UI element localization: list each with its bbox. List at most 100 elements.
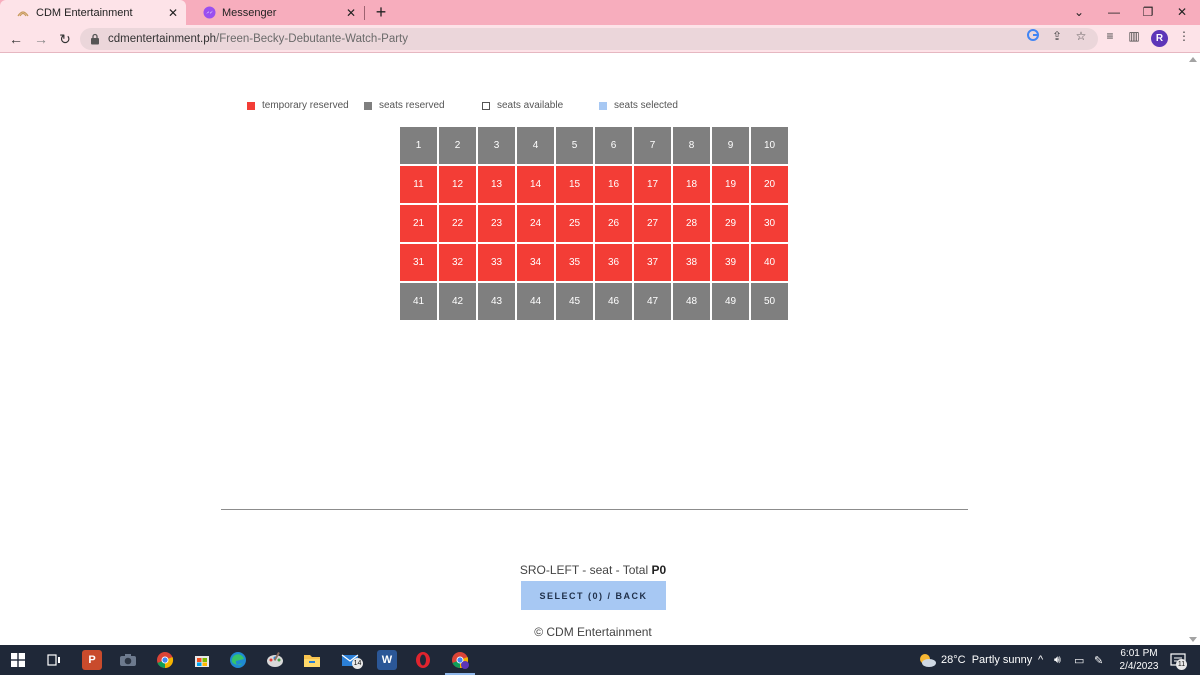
weather-partly-sunny-icon[interactable]: [917, 650, 937, 670]
seat-36[interactable]: 36: [595, 244, 632, 281]
seat-48[interactable]: 48: [673, 283, 710, 320]
seat-16[interactable]: 16: [595, 166, 632, 203]
seat-18[interactable]: 18: [673, 166, 710, 203]
file-explorer-icon[interactable]: [302, 650, 322, 670]
seat-32[interactable]: 32: [439, 244, 476, 281]
seat-34[interactable]: 34: [517, 244, 554, 281]
seat-11[interactable]: 11: [400, 166, 437, 203]
word-icon[interactable]: W: [377, 650, 397, 670]
seat-21[interactable]: 21: [400, 205, 437, 242]
seat-46[interactable]: 46: [595, 283, 632, 320]
seat-42[interactable]: 42: [439, 283, 476, 320]
seat-19[interactable]: 19: [712, 166, 749, 203]
seat-13[interactable]: 13: [478, 166, 515, 203]
seat-28[interactable]: 28: [673, 205, 710, 242]
seat-40[interactable]: 40: [751, 244, 788, 281]
tab-search-chevron-icon[interactable]: ⌄: [1071, 4, 1087, 20]
store-icon[interactable]: [192, 650, 212, 670]
google-lens-icon[interactable]: [1026, 29, 1040, 43]
seat-15[interactable]: 15: [556, 166, 593, 203]
system-clock[interactable]: 6:01 PM 2/4/2023: [1114, 647, 1164, 673]
chrome-profile-icon[interactable]: [450, 650, 470, 670]
seat-29[interactable]: 29: [712, 205, 749, 242]
task-view-icon[interactable]: [44, 650, 64, 670]
seat-1[interactable]: 1: [400, 127, 437, 164]
profile-avatar[interactable]: R: [1151, 30, 1168, 47]
start-icon[interactable]: [8, 650, 28, 670]
close-window-icon[interactable]: ✕: [1174, 4, 1190, 20]
paint-icon[interactable]: [265, 650, 285, 670]
close-tab-icon[interactable]: ✕: [344, 6, 358, 20]
seat-17[interactable]: 17: [634, 166, 671, 203]
browser-toolbar: ← → ↻ cdmentertainment.ph/Freen-Becky-De…: [0, 25, 1200, 53]
bookmark-star-icon[interactable]: ☆: [1074, 29, 1088, 43]
tab-cdm-entertainment[interactable]: CDM Entertainment ✕: [0, 0, 186, 25]
seat-26[interactable]: 26: [595, 205, 632, 242]
reload-icon[interactable]: ↻: [57, 31, 73, 47]
seat-44[interactable]: 44: [517, 283, 554, 320]
seat-6[interactable]: 6: [595, 127, 632, 164]
seat-10[interactable]: 10: [751, 127, 788, 164]
seat-38[interactable]: 38: [673, 244, 710, 281]
tab-messenger[interactable]: Messenger ✕: [186, 0, 364, 25]
volume-icon[interactable]: 🔊︎: [1054, 645, 1061, 675]
seat-30[interactable]: 30: [751, 205, 788, 242]
seat-12[interactable]: 12: [439, 166, 476, 203]
notification-badge: 11: [1176, 659, 1187, 670]
restore-icon[interactable]: ❐: [1140, 4, 1156, 20]
weather-widget[interactable]: 28°C Partly sunny: [941, 645, 1032, 675]
new-tab-icon[interactable]: +: [373, 3, 389, 21]
close-tab-icon[interactable]: ✕: [166, 6, 180, 20]
seat-22[interactable]: 22: [439, 205, 476, 242]
seat-43[interactable]: 43: [478, 283, 515, 320]
legend-label: temporary reserved: [262, 100, 349, 111]
url-path: /Freen-Becky-Debutante-Watch-Party: [216, 33, 408, 45]
seat-37[interactable]: 37: [634, 244, 671, 281]
seat-8[interactable]: 8: [673, 127, 710, 164]
side-panel-icon[interactable]: ▥: [1127, 29, 1141, 43]
messenger-favicon-icon: [202, 6, 216, 20]
battery-icon[interactable]: ▭: [1074, 645, 1084, 675]
seat-20[interactable]: 20: [751, 166, 788, 203]
reading-list-icon[interactable]: ≡: [1103, 29, 1117, 43]
seat-50[interactable]: 50: [751, 283, 788, 320]
pen-icon[interactable]: ✎: [1094, 645, 1103, 675]
back-arrow-icon[interactable]: ←: [8, 31, 24, 47]
seat-25[interactable]: 25: [556, 205, 593, 242]
seat-35[interactable]: 35: [556, 244, 593, 281]
camera-icon[interactable]: [118, 650, 138, 670]
share-icon[interactable]: ⇪: [1050, 29, 1064, 43]
seat-23[interactable]: 23: [478, 205, 515, 242]
seat-5[interactable]: 5: [556, 127, 593, 164]
seat-31[interactable]: 31: [400, 244, 437, 281]
seat-2[interactable]: 2: [439, 127, 476, 164]
chrome-icon[interactable]: [155, 650, 175, 670]
legend-seats-reserved: seats reserved: [364, 100, 445, 111]
seat-45[interactable]: 45: [556, 283, 593, 320]
show-hidden-icons-chevron-icon[interactable]: ^: [1038, 645, 1043, 675]
seat-49[interactable]: 49: [712, 283, 749, 320]
seat-4[interactable]: 4: [517, 127, 554, 164]
powerpoint-icon[interactable]: P: [82, 650, 102, 670]
seat-27[interactable]: 27: [634, 205, 671, 242]
seat-47[interactable]: 47: [634, 283, 671, 320]
seat-24[interactable]: 24: [517, 205, 554, 242]
select-back-button[interactable]: SELECT (0) / BACK: [521, 581, 666, 610]
opera-icon[interactable]: [413, 650, 433, 670]
menu-kebab-icon[interactable]: ⋮: [1177, 29, 1191, 43]
seat-41[interactable]: 41: [400, 283, 437, 320]
forward-arrow-icon[interactable]: →: [33, 31, 49, 47]
scroll-down-icon[interactable]: [1189, 637, 1197, 642]
edge-icon[interactable]: [228, 650, 248, 670]
scroll-up-icon[interactable]: [1189, 57, 1197, 62]
seat-3[interactable]: 3: [478, 127, 515, 164]
seat-33[interactable]: 33: [478, 244, 515, 281]
tab-title: Messenger: [222, 6, 277, 19]
page-scrollbar[interactable]: [1186, 54, 1200, 645]
minimize-icon[interactable]: —: [1106, 4, 1122, 20]
seat-14[interactable]: 14: [517, 166, 554, 203]
seat-7[interactable]: 7: [634, 127, 671, 164]
address-bar[interactable]: cdmentertainment.ph/Freen-Becky-Debutant…: [80, 28, 1098, 50]
seat-39[interactable]: 39: [712, 244, 749, 281]
seat-9[interactable]: 9: [712, 127, 749, 164]
